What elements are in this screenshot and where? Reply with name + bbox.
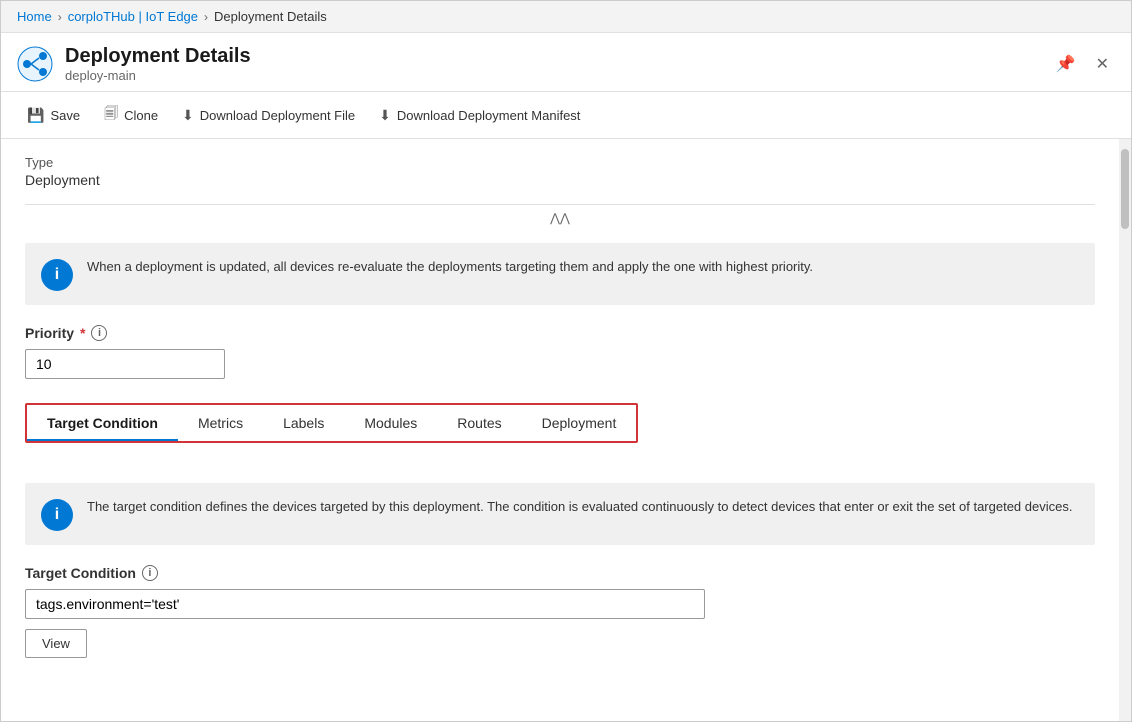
target-condition-info-banner: i The target condition defines the devic… — [25, 483, 1095, 545]
collapse-button[interactable]: ⋀⋀ — [542, 209, 578, 227]
save-button[interactable]: 💾 Save — [17, 102, 90, 129]
download-file-button[interactable]: ⬇ Download Deployment File — [172, 102, 365, 129]
pin-button[interactable]: 📌 — [1050, 50, 1082, 78]
page-title: Deployment Details — [65, 45, 251, 68]
priority-input[interactable] — [25, 349, 225, 379]
title-bar: Deployment Details deploy-main 📌 ✕ — [1, 33, 1131, 92]
priority-label: Priority * i — [25, 325, 1095, 341]
title-text: Deployment Details deploy-main — [65, 45, 251, 83]
tc-info-circle[interactable]: i — [142, 565, 158, 581]
scrollbar-thumb[interactable] — [1121, 149, 1129, 229]
tab-labels[interactable]: Labels — [263, 405, 344, 441]
breadcrumb-sep2: › — [204, 10, 208, 24]
breadcrumb-sep1: › — [58, 10, 62, 24]
info-banner: i When a deployment is updated, all devi… — [25, 243, 1095, 305]
type-label: Type — [25, 155, 1095, 170]
type-field-group: Type Deployment — [25, 155, 1095, 188]
tab-target-condition[interactable]: Target Condition — [27, 405, 178, 441]
deployment-icon — [17, 46, 53, 82]
priority-section: Priority * i — [25, 325, 1095, 379]
tc-info-icon: i — [41, 499, 73, 531]
target-condition-input[interactable] — [25, 589, 705, 619]
scrollbar[interactable] — [1119, 139, 1131, 721]
info-icon: i — [41, 259, 73, 291]
tc-info-text: The target condition defines the devices… — [87, 497, 1072, 517]
download-manifest-button[interactable]: ⬇ Download Deployment Manifest — [369, 102, 590, 129]
close-button[interactable]: ✕ — [1090, 50, 1115, 78]
tab-routes[interactable]: Routes — [437, 405, 521, 441]
tab-deployment[interactable]: Deployment — [522, 405, 637, 441]
page-subtitle: deploy-main — [65, 68, 251, 83]
breadcrumb-hub[interactable]: corploTHub | IoT Edge — [68, 9, 198, 24]
tab-metrics[interactable]: Metrics — [178, 405, 263, 441]
view-button[interactable]: View — [25, 629, 87, 658]
priority-info-icon[interactable]: i — [91, 325, 107, 341]
scroll-area: Type Deployment ⋀⋀ i When a deployment i… — [1, 139, 1119, 721]
clone-icon: 🗐 — [104, 103, 118, 127]
tabs-wrapper: Target Condition Metrics Labels Modules — [25, 403, 1095, 463]
target-condition-section: Target Condition i View — [25, 565, 1095, 658]
breadcrumb-home[interactable]: Home — [17, 9, 52, 24]
required-indicator: * — [80, 325, 85, 341]
window: Home › corploTHub | IoT Edge › Deploymen… — [0, 0, 1132, 722]
main-wrapper: Type Deployment ⋀⋀ i When a deployment i… — [1, 139, 1131, 721]
download-file-icon: ⬇ — [182, 107, 194, 124]
tab-modules[interactable]: Modules — [344, 405, 437, 441]
content-area: Type Deployment ⋀⋀ i When a deployment i… — [1, 139, 1119, 674]
save-icon: 💾 — [27, 107, 44, 124]
tab-bar: Target Condition Metrics Labels Modules — [27, 405, 636, 441]
tc-label: Target Condition i — [25, 565, 1095, 581]
download-manifest-icon: ⬇ — [379, 107, 391, 124]
title-actions: 📌 ✕ — [1050, 50, 1115, 78]
section-divider: ⋀⋀ — [25, 204, 1095, 227]
info-text: When a deployment is updated, all device… — [87, 257, 813, 277]
breadcrumb: Home › corploTHub | IoT Edge › Deploymen… — [1, 1, 1131, 33]
toolbar: 💾 Save 🗐 Clone ⬇ Download Deployment Fil… — [1, 92, 1131, 139]
tabs-container: Target Condition Metrics Labels Modules — [25, 403, 638, 443]
clone-button[interactable]: 🗐 Clone — [94, 98, 168, 132]
breadcrumb-current: Deployment Details — [214, 9, 327, 24]
type-value: Deployment — [25, 172, 1095, 188]
